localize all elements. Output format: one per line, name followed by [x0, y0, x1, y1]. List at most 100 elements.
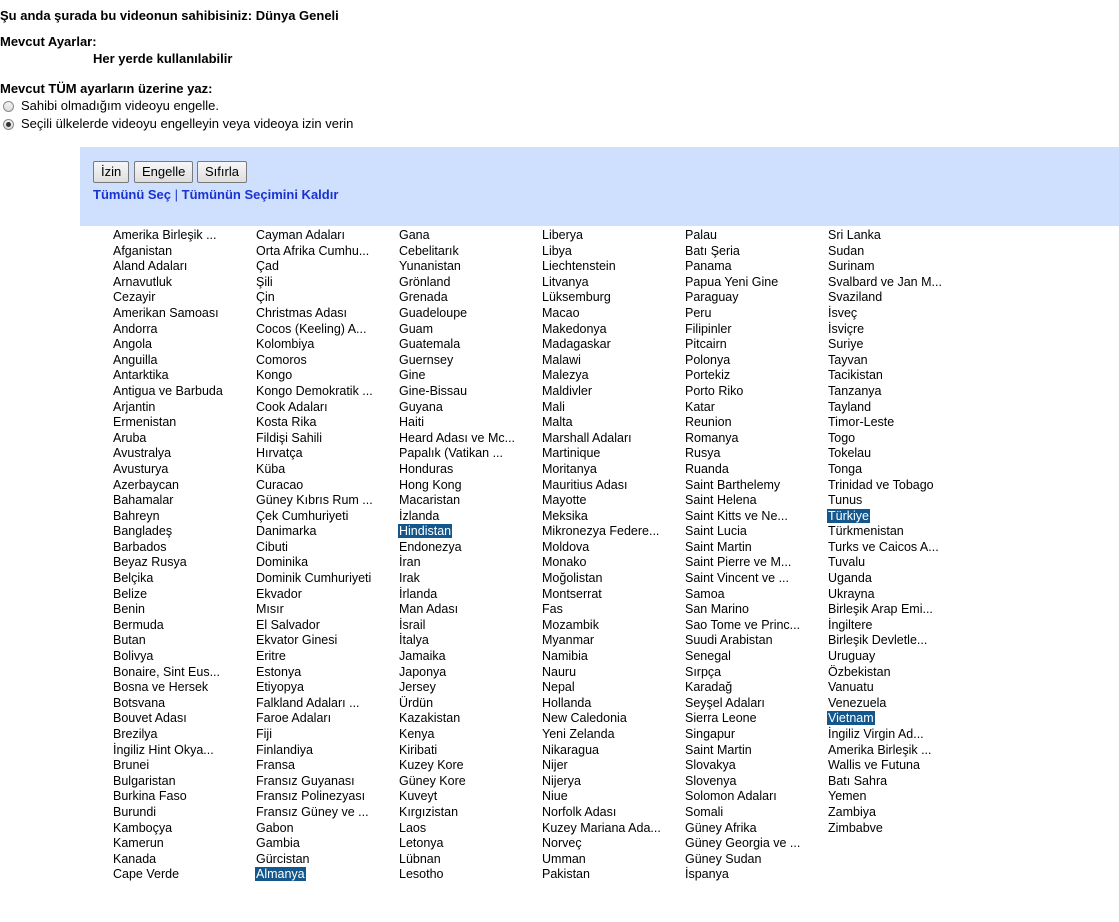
country-item[interactable]: Haiti [398, 415, 541, 431]
country-item[interactable]: Kosta Rika [255, 415, 398, 431]
country-item[interactable]: Saint Kitts ve Ne... [684, 509, 827, 525]
country-item[interactable]: Avusturya [112, 462, 255, 478]
country-item[interactable]: Bulgaristan [112, 774, 255, 790]
country-item[interactable]: Lübnan [398, 852, 541, 868]
country-item[interactable]: Finlandiya [255, 743, 398, 759]
country-item[interactable]: Jersey [398, 680, 541, 696]
country-item[interactable]: Rusya [684, 446, 827, 462]
country-item[interactable]: Çin [255, 290, 398, 306]
radio-block-unowned[interactable] [3, 100, 14, 112]
country-item[interactable]: Pitcairn [684, 337, 827, 353]
country-item[interactable]: Brezilya [112, 727, 255, 743]
block-button[interactable]: Engelle [134, 161, 194, 183]
country-item[interactable]: Lesotho [398, 867, 541, 883]
country-item[interactable]: Hollanda [541, 696, 684, 712]
country-item[interactable]: Afganistan [112, 244, 255, 260]
country-item[interactable]: Bosna ve Hersek [112, 680, 255, 696]
country-item[interactable]: Birleşik Arap Emi... [827, 602, 970, 618]
country-item[interactable]: Norveç [541, 836, 684, 852]
country-item[interactable]: Suudi Arabistan [684, 633, 827, 649]
country-item[interactable]: Guam [398, 322, 541, 338]
country-item[interactable]: Saint Helena [684, 493, 827, 509]
country-item[interactable]: Trinidad ve Tobago [827, 478, 970, 494]
country-item[interactable]: Kongo [255, 368, 398, 384]
country-item[interactable]: Tuvalu [827, 555, 970, 571]
country-item[interactable]: Sao Tome ve Princ... [684, 618, 827, 634]
country-item[interactable]: Batı Şeria [684, 244, 827, 260]
country-item[interactable]: Comoros [255, 353, 398, 369]
country-item[interactable]: Guadeloupe [398, 306, 541, 322]
country-item[interactable]: Pakistan [541, 867, 684, 883]
country-item[interactable]: Polonya [684, 353, 827, 369]
country-item[interactable]: Senegal [684, 649, 827, 665]
country-item[interactable]: Küba [255, 462, 398, 478]
country-item[interactable]: Barbados [112, 540, 255, 556]
country-item[interactable]: Benin [112, 602, 255, 618]
country-item[interactable]: Butan [112, 633, 255, 649]
country-item[interactable]: Fas [541, 602, 684, 618]
country-item[interactable]: Cibuti [255, 540, 398, 556]
country-item[interactable]: İngiliz Virgin Ad... [827, 727, 970, 743]
country-item[interactable]: Saint Lucia [684, 524, 827, 540]
country-item[interactable]: Moldova [541, 540, 684, 556]
country-item[interactable]: Guatemala [398, 337, 541, 353]
country-item[interactable]: Grenada [398, 290, 541, 306]
country-item[interactable]: İsveç [827, 306, 970, 322]
country-item[interactable]: Arnavutluk [112, 275, 255, 291]
country-item[interactable]: Brunei [112, 758, 255, 774]
country-item[interactable]: Romanya [684, 431, 827, 447]
country-item[interactable]: Nijerya [541, 774, 684, 790]
country-item[interactable]: Yunanistan [398, 259, 541, 275]
country-item[interactable]: Paraguay [684, 290, 827, 306]
country-item[interactable]: Laos [398, 821, 541, 837]
country-item[interactable]: İsviçre [827, 322, 970, 338]
country-item[interactable]: Martinique [541, 446, 684, 462]
country-item[interactable]: Gine [398, 368, 541, 384]
country-item[interactable]: Zambiya [827, 805, 970, 821]
country-item[interactable]: Gine-Bissau [398, 384, 541, 400]
country-item[interactable]: Güney Georgia ve ... [684, 836, 827, 852]
country-item[interactable]: Moğolistan [541, 571, 684, 587]
country-item[interactable]: Beyaz Rusya [112, 555, 255, 571]
country-item[interactable]: Mısır [255, 602, 398, 618]
country-item[interactable]: Danimarka [255, 524, 398, 540]
country-item[interactable]: Kiribati [398, 743, 541, 759]
country-item[interactable]: Azerbaycan [112, 478, 255, 494]
country-item[interactable]: Mauritius Adası [541, 478, 684, 494]
country-item[interactable]: Sudan [827, 244, 970, 260]
country-item[interactable]: Yemen [827, 789, 970, 805]
country-item[interactable]: Namibia [541, 649, 684, 665]
country-item[interactable]: Antarktika [112, 368, 255, 384]
country-item[interactable]: İran [398, 555, 541, 571]
country-item[interactable]: Arjantin [112, 400, 255, 416]
country-item[interactable]: Panama [684, 259, 827, 275]
country-item[interactable]: Myanmar [541, 633, 684, 649]
country-item[interactable]: Singapur [684, 727, 827, 743]
country-item[interactable]: Katar [684, 400, 827, 416]
country-item[interactable]: Nijer [541, 758, 684, 774]
country-item[interactable]: Güney Kore [398, 774, 541, 790]
country-item[interactable]: Cape Verde [112, 867, 255, 883]
country-item[interactable]: Vietnam [827, 711, 970, 727]
country-item[interactable]: Moritanya [541, 462, 684, 478]
country-item[interactable]: Fiji [255, 727, 398, 743]
country-item[interactable]: Kazakistan [398, 711, 541, 727]
country-item[interactable]: Tacikistan [827, 368, 970, 384]
country-item[interactable]: Cezayir [112, 290, 255, 306]
country-item[interactable]: Mali [541, 400, 684, 416]
country-item[interactable]: Kuzey Mariana Ada... [541, 821, 684, 837]
country-item[interactable]: Timor-Leste [827, 415, 970, 431]
country-item[interactable]: Saint Vincent ve ... [684, 571, 827, 587]
country-item[interactable]: Ermenistan [112, 415, 255, 431]
country-item[interactable]: Mayotte [541, 493, 684, 509]
country-item[interactable]: Güney Afrika [684, 821, 827, 837]
country-item[interactable]: Honduras [398, 462, 541, 478]
country-item[interactable]: Norfolk Adası [541, 805, 684, 821]
country-item[interactable]: Orta Afrika Cumhu... [255, 244, 398, 260]
country-item[interactable]: San Marino [684, 602, 827, 618]
country-item[interactable]: Cebelitarık [398, 244, 541, 260]
radio-selected-countries[interactable] [3, 118, 14, 130]
country-item[interactable]: Solomon Adaları [684, 789, 827, 805]
country-item[interactable]: Amerikan Samoası [112, 306, 255, 322]
country-item[interactable]: Karadağ [684, 680, 827, 696]
